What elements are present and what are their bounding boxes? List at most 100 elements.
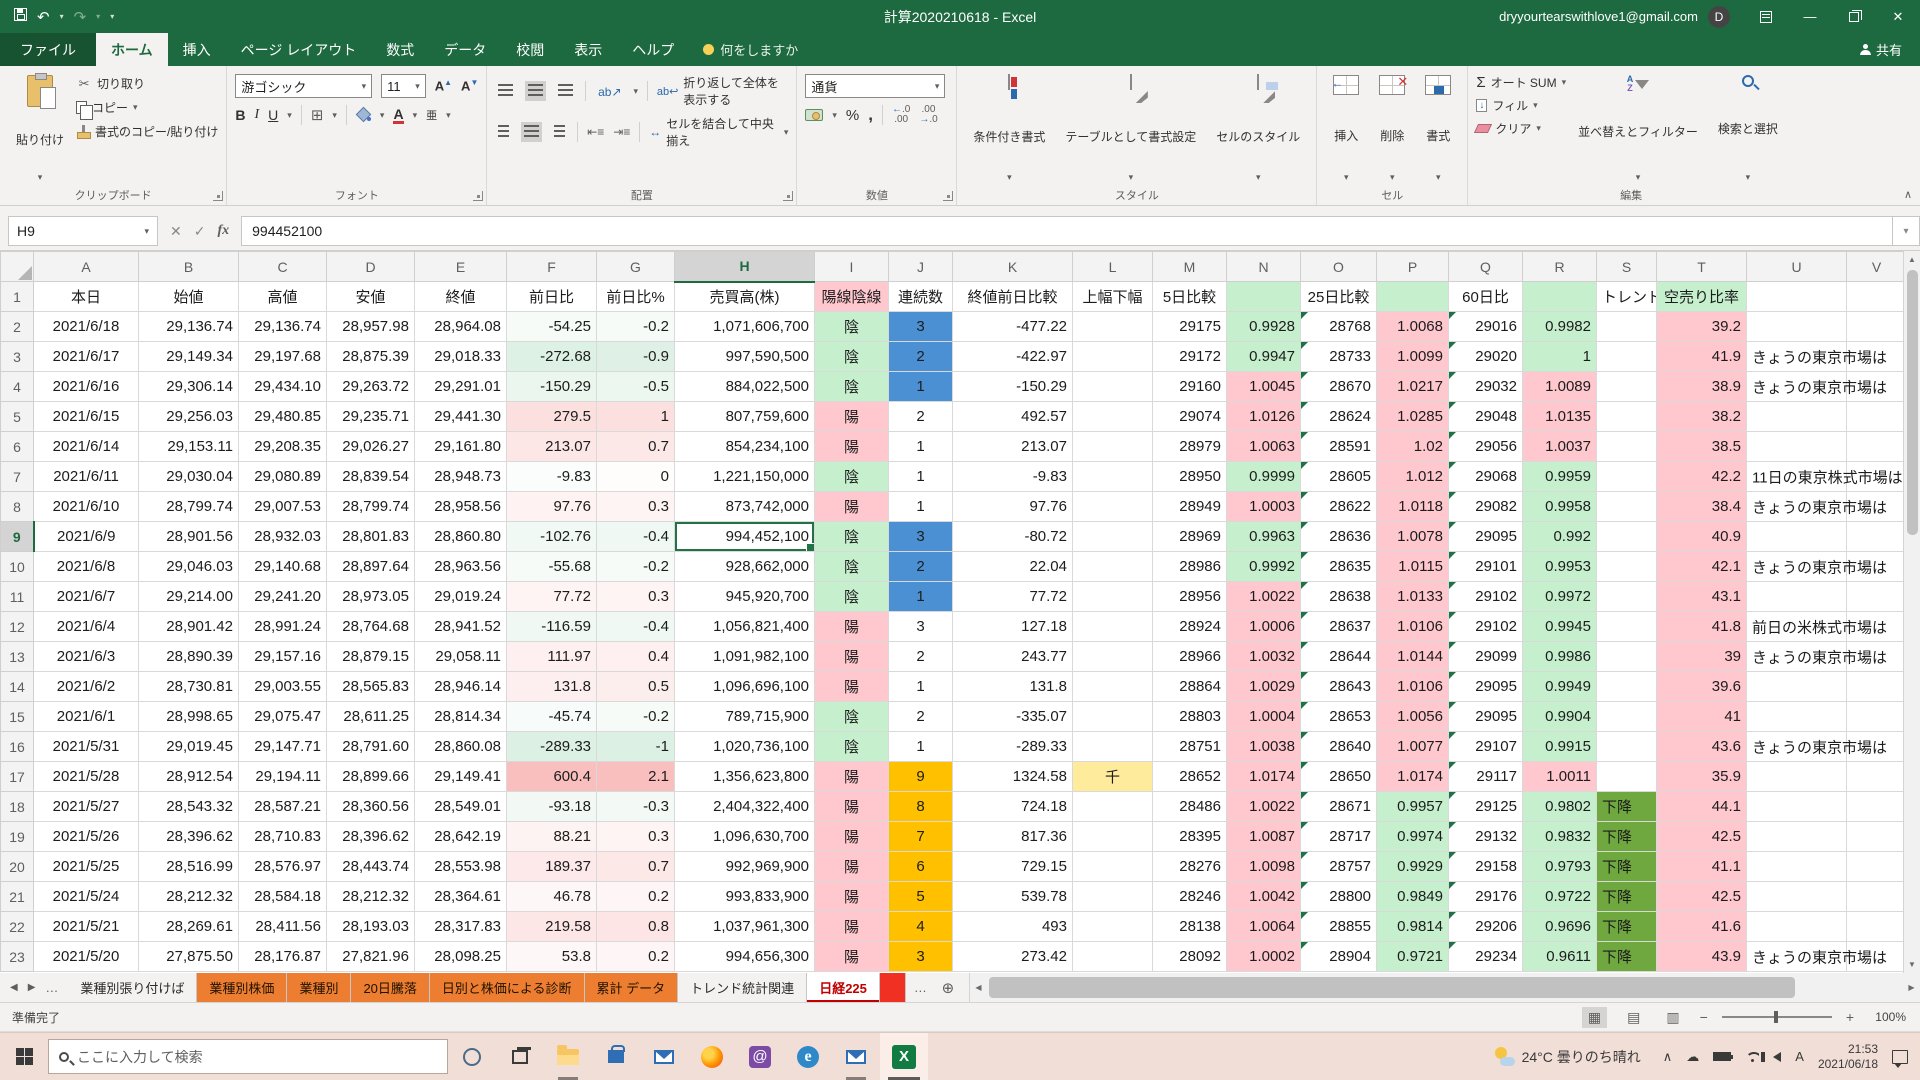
cell-S6[interactable]: [1597, 432, 1657, 462]
cell-styles-button[interactable]: セルのスタイル ▾: [1208, 71, 1308, 187]
column-header-U[interactable]: U: [1747, 252, 1847, 282]
row-header-6[interactable]: 6: [1, 432, 34, 462]
cell-K23[interactable]: 273.42: [953, 942, 1073, 972]
row-header-2[interactable]: 2: [1, 312, 34, 342]
select-all-corner[interactable]: [1, 252, 34, 282]
cell-Q23[interactable]: 29234: [1449, 942, 1523, 972]
cell-I21[interactable]: 陽: [815, 882, 889, 912]
cell-C1[interactable]: 高値: [239, 282, 327, 312]
cell-I18[interactable]: 陽: [815, 792, 889, 822]
cell-M15[interactable]: 28803: [1153, 702, 1227, 732]
cell-G1[interactable]: 前日比%: [597, 282, 675, 312]
scroll-left-arrow[interactable]: ◀: [970, 983, 987, 992]
cell-A18[interactable]: 2021/5/27: [34, 792, 139, 822]
format-cells-button[interactable]: 書式 ▾: [1417, 71, 1459, 187]
cell-Q11[interactable]: 29102: [1449, 582, 1523, 612]
cell-T16[interactable]: 43.6: [1657, 732, 1747, 762]
cell-P10[interactable]: 1.0115: [1377, 552, 1449, 582]
cell-F19[interactable]: 88.21: [507, 822, 597, 852]
cell-O5[interactable]: 28624: [1301, 402, 1377, 432]
cell-L6[interactable]: [1073, 432, 1153, 462]
cell-C17[interactable]: 29,194.11: [239, 762, 327, 792]
cell-N1[interactable]: [1227, 282, 1301, 312]
sheet-tabs-overflow[interactable]: …: [906, 973, 935, 1002]
cell-D1[interactable]: 安値: [327, 282, 415, 312]
cell-Q15[interactable]: 29095: [1449, 702, 1523, 732]
cell-J12[interactable]: 3: [889, 612, 953, 642]
cell-V6[interactable]: [1847, 432, 1907, 462]
cell-T18[interactable]: 44.1: [1657, 792, 1747, 822]
cell-C14[interactable]: 29,003.55: [239, 672, 327, 702]
cell-D17[interactable]: 28,899.66: [327, 762, 415, 792]
cell-I13[interactable]: 陽: [815, 642, 889, 672]
cell-C5[interactable]: 29,480.85: [239, 402, 327, 432]
cell-N14[interactable]: 1.0029: [1227, 672, 1301, 702]
sheet-tab-業種別張り付けば[interactable]: 業種別張り付けば: [68, 973, 197, 1002]
cell-J3[interactable]: 2: [889, 342, 953, 372]
cell-R22[interactable]: 0.9696: [1523, 912, 1597, 942]
cell-N7[interactable]: 0.9999: [1227, 462, 1301, 492]
cell-T10[interactable]: 42.1: [1657, 552, 1747, 582]
cell-I6[interactable]: 陽: [815, 432, 889, 462]
store-button[interactable]: [592, 1033, 640, 1080]
cell-G14[interactable]: 0.5: [597, 672, 675, 702]
cell-H6[interactable]: 854,234,100: [675, 432, 815, 462]
cell-R7[interactable]: 0.9959: [1523, 462, 1597, 492]
cell-J2[interactable]: 3: [889, 312, 953, 342]
cell-N15[interactable]: 1.0004: [1227, 702, 1301, 732]
cell-R11[interactable]: 0.9972: [1523, 582, 1597, 612]
cell-H7[interactable]: 1,221,150,000: [675, 462, 815, 492]
cell-R16[interactable]: 0.9915: [1523, 732, 1597, 762]
tab-review[interactable]: 校閲: [501, 33, 559, 66]
cell-S21[interactable]: 下降: [1597, 882, 1657, 912]
task-view-button[interactable]: [496, 1033, 544, 1080]
row-header-16[interactable]: 16: [1, 732, 34, 762]
cell-V15[interactable]: [1847, 702, 1907, 732]
cell-B23[interactable]: 27,875.50: [139, 942, 239, 972]
cell-V19[interactable]: [1847, 822, 1907, 852]
cell-U22[interactable]: [1747, 912, 1847, 942]
cell-S9[interactable]: [1597, 522, 1657, 552]
merge-center-button[interactable]: ↔セルを結合して中央揃え▾: [649, 115, 788, 149]
cell-S4[interactable]: [1597, 372, 1657, 402]
cell-K21[interactable]: 539.78: [953, 882, 1073, 912]
cell-J10[interactable]: 2: [889, 552, 953, 582]
cell-D9[interactable]: 28,801.83: [327, 522, 415, 552]
borders-dropdown[interactable]: ▾: [332, 110, 337, 121]
cell-R21[interactable]: 0.9722: [1523, 882, 1597, 912]
cell-F10[interactable]: -55.68: [507, 552, 597, 582]
zoom-out-button[interactable]: −: [1700, 1009, 1708, 1025]
sheet-tab-color-8[interactable]: [880, 973, 906, 1002]
sheet-tab-トレンド統計関連[interactable]: トレンド統計関連: [678, 973, 807, 1002]
cell-U21[interactable]: [1747, 882, 1847, 912]
column-header-B[interactable]: B: [139, 252, 239, 282]
cell-A20[interactable]: 2021/5/25: [34, 852, 139, 882]
cell-R23[interactable]: 0.9611: [1523, 942, 1597, 972]
cell-G12[interactable]: -0.4: [597, 612, 675, 642]
cell-O11[interactable]: 28638: [1301, 582, 1377, 612]
cell-I16[interactable]: 陰: [815, 732, 889, 762]
wifi-icon[interactable]: [1745, 1052, 1759, 1062]
cell-S13[interactable]: [1597, 642, 1657, 672]
cell-D23[interactable]: 27,821.96: [327, 942, 415, 972]
cell-P23[interactable]: 0.9721: [1377, 942, 1449, 972]
cell-T2[interactable]: 39.2: [1657, 312, 1747, 342]
cell-I9[interactable]: 陰: [815, 522, 889, 552]
cell-L1[interactable]: 上幅下幅: [1073, 282, 1153, 312]
row-header-1[interactable]: 1: [1, 282, 34, 312]
cell-J17[interactable]: 9: [889, 762, 953, 792]
align-middle-button[interactable]: [525, 81, 546, 101]
cell-S11[interactable]: [1597, 582, 1657, 612]
tab-insert[interactable]: 挿入: [168, 33, 226, 66]
scroll-right-arrow[interactable]: ▶: [1903, 983, 1920, 992]
cell-P3[interactable]: 1.0099: [1377, 342, 1449, 372]
cell-N17[interactable]: 1.0174: [1227, 762, 1301, 792]
start-button[interactable]: [0, 1033, 48, 1080]
cell-P13[interactable]: 1.0144: [1377, 642, 1449, 672]
cell-K9[interactable]: -80.72: [953, 522, 1073, 552]
cell-U11[interactable]: [1747, 582, 1847, 612]
row-header-7[interactable]: 7: [1, 462, 34, 492]
sort-filter-button[interactable]: AZ 並べ替えとフィルター ▾: [1570, 71, 1706, 187]
row-header-12[interactable]: 12: [1, 612, 34, 642]
align-left-button[interactable]: [495, 122, 512, 142]
